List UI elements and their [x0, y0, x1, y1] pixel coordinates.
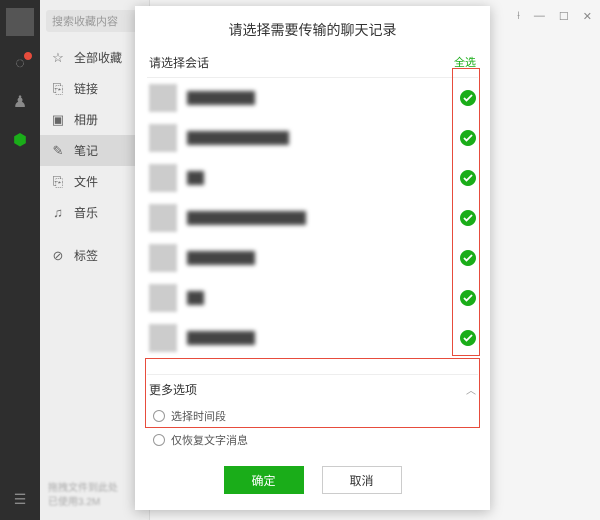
check-icon[interactable]	[460, 330, 476, 346]
chat-name: ██████████████	[187, 211, 450, 225]
sidebar-item-label: 音乐	[74, 204, 98, 221]
chat-avatar	[149, 204, 177, 232]
chat-name: ██	[187, 291, 450, 305]
sidebar-item-label: 链接	[74, 80, 98, 97]
pin-icon[interactable]: ⟊	[517, 10, 520, 23]
chat-avatar	[149, 324, 177, 352]
chat-select-area: 请选择会话 全选 ████████ ████████████ ██ ██████…	[135, 50, 490, 370]
chat-name: ████████████	[187, 131, 450, 145]
more-options: 更多选项 ︿ 选择时间段 仅恢复文字消息	[147, 374, 478, 452]
option-timerange[interactable]: 选择时间段	[147, 404, 478, 428]
chat-row[interactable]: ████████	[147, 318, 478, 358]
sidebar: 搜索收藏内容 ☆ 全部收藏 ⎘ 链接 ▣ 相册 ✎ 笔记 ⎘ 文件 ♫ 音乐 ⊘ 标签 拖拽文…	[40, 0, 150, 520]
check-icon[interactable]	[460, 90, 476, 106]
modal-title: 请选择需要传输的聊天记录	[135, 6, 490, 50]
notification-dot	[24, 52, 32, 60]
menu-icon[interactable]: ☰	[14, 491, 27, 508]
chat-list: ████████ ████████████ ██ ██████████████ …	[147, 78, 478, 358]
check-icon[interactable]	[460, 250, 476, 266]
check-icon[interactable]	[460, 170, 476, 186]
storage-info: 拖拽文件到此处 已使用3.2M	[48, 482, 141, 510]
radio-icon	[153, 434, 165, 446]
chat-name: ████████	[187, 331, 450, 345]
window-controls: ⟊ — ☐ ✕	[517, 10, 592, 23]
sidebar-item-music[interactable]: ♫ 音乐	[40, 197, 149, 228]
chat-row[interactable]: ████████	[147, 78, 478, 118]
chat-avatar	[149, 284, 177, 312]
check-icon[interactable]	[460, 130, 476, 146]
transfer-modal: 请选择需要传输的聊天记录 请选择会话 全选 ████████ █████████…	[135, 6, 490, 510]
chat-row[interactable]: ██████████████	[147, 198, 478, 238]
sidebar-item-note[interactable]: ✎ 笔记	[40, 135, 149, 166]
sidebar-item-label: 文件	[74, 173, 98, 190]
chat-row[interactable]: ██	[147, 278, 478, 318]
sidebar-item-label: 笔记	[74, 142, 98, 159]
chat-name: ████████	[187, 91, 450, 105]
sidebar-item-label: 标签	[74, 247, 98, 264]
chat-name: ████████	[187, 251, 450, 265]
minimize-icon[interactable]: —	[534, 10, 545, 23]
sidebar-item-file[interactable]: ⎘ 文件	[40, 166, 149, 197]
maximize-icon[interactable]: ☐	[559, 10, 569, 23]
search-input[interactable]: 搜索收藏内容	[46, 10, 143, 32]
radio-icon	[153, 410, 165, 422]
modal-actions: 确定 取消	[135, 452, 490, 510]
chat-row[interactable]: ████████████	[147, 118, 478, 158]
confirm-button[interactable]: 确定	[224, 466, 304, 494]
chat-avatar	[149, 84, 177, 112]
cancel-button[interactable]: 取消	[322, 466, 402, 494]
sidebar-item-tag[interactable]: ⊘ 标签	[40, 240, 149, 271]
sidebar-item-label: 全部收藏	[74, 49, 122, 66]
link-icon: ⎘	[50, 81, 66, 97]
contacts-icon[interactable]: ♟	[10, 92, 30, 112]
close-icon[interactable]: ✕	[583, 10, 592, 23]
check-icon[interactable]	[460, 210, 476, 226]
chat-row[interactable]: ██	[147, 158, 478, 198]
sidebar-item-label: 相册	[74, 111, 98, 128]
music-icon: ♫	[50, 205, 66, 221]
chevron-up-icon: ︿	[466, 382, 476, 397]
chat-avatar	[149, 124, 177, 152]
sidebar-item-link[interactable]: ⎘ 链接	[40, 73, 149, 104]
chat-name: ██	[187, 171, 450, 185]
favorites-icon[interactable]: ⬢	[10, 130, 30, 150]
check-icon[interactable]	[460, 290, 476, 306]
user-avatar[interactable]	[6, 8, 34, 36]
more-options-label: 更多选项	[149, 381, 197, 398]
sidebar-list: ☆ 全部收藏 ⎘ 链接 ▣ 相册 ✎ 笔记 ⎘ 文件 ♫ 音乐 ⊘ 标签	[40, 42, 149, 271]
chat-avatar	[149, 244, 177, 272]
more-options-header[interactable]: 更多选项 ︿	[147, 374, 478, 404]
chat-icon[interactable]: ◌	[10, 54, 30, 74]
chat-row[interactable]: ████████	[147, 238, 478, 278]
chat-list-header: 请选择会话 全选	[147, 50, 478, 78]
app-rail: ◌ ♟ ⬢ ☰	[0, 0, 40, 520]
option-textonly[interactable]: 仅恢复文字消息	[147, 428, 478, 452]
select-all-button[interactable]: 全选	[454, 54, 476, 71]
select-conversation-label: 请选择会话	[149, 54, 209, 71]
sidebar-item-album[interactable]: ▣ 相册	[40, 104, 149, 135]
tag-icon: ⊘	[50, 248, 66, 264]
image-icon: ▣	[50, 112, 66, 128]
sidebar-item-all[interactable]: ☆ 全部收藏	[40, 42, 149, 73]
chat-avatar	[149, 164, 177, 192]
note-icon: ✎	[50, 143, 66, 159]
star-icon: ☆	[50, 50, 66, 66]
file-icon: ⎘	[50, 174, 66, 190]
